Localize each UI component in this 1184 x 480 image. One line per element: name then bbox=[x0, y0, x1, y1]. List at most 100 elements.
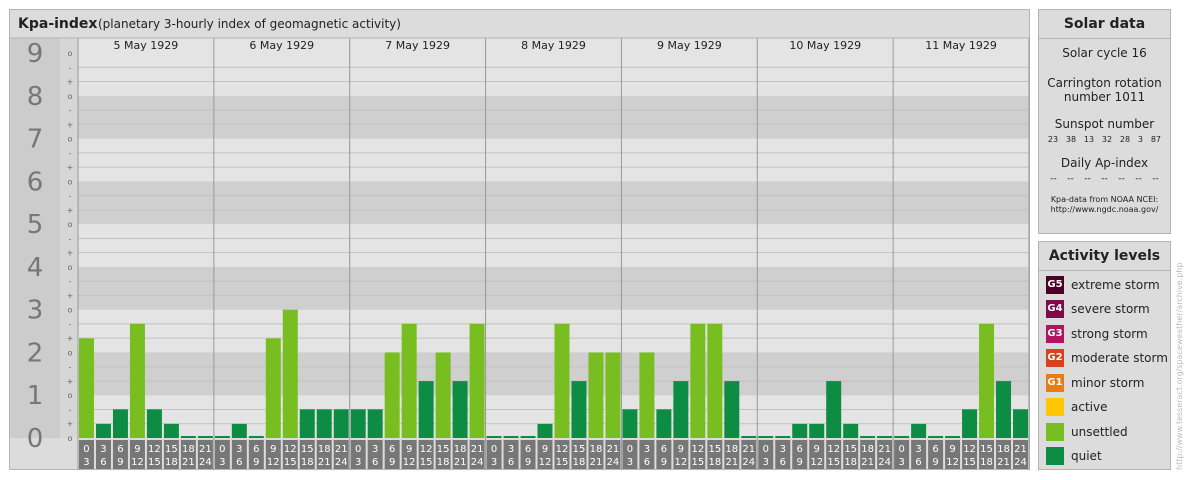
interval-end: 3 bbox=[219, 457, 225, 468]
ap-value: -- bbox=[1050, 174, 1057, 184]
activity-panel-title: Activity levels bbox=[1039, 242, 1170, 271]
kp-band bbox=[78, 309, 1029, 353]
minor-tick-label: + bbox=[67, 249, 74, 258]
activity-levels-panel: Activity levels G5 extreme storm G4 seve… bbox=[1038, 241, 1171, 470]
kp-bar bbox=[758, 436, 774, 438]
interval-end: 15 bbox=[556, 457, 569, 468]
sunspot-value: 32 bbox=[1101, 135, 1113, 144]
kp-bar bbox=[1013, 409, 1028, 438]
interval-start: 18 bbox=[861, 444, 874, 455]
interval-start: 6 bbox=[525, 444, 531, 455]
sunspot-value: 28 bbox=[1119, 135, 1131, 144]
kp-bar bbox=[877, 436, 893, 438]
interval-end: 12 bbox=[539, 457, 552, 468]
interval-start: 21 bbox=[742, 444, 755, 455]
interval-end: 12 bbox=[131, 457, 144, 468]
interval-start: 18 bbox=[590, 444, 603, 455]
interval-end: 15 bbox=[691, 457, 704, 468]
kp-bar bbox=[112, 409, 128, 438]
level-g4: G4 severe storm bbox=[1046, 300, 1150, 319]
kp-bar bbox=[384, 352, 400, 438]
kp-band bbox=[78, 266, 1029, 310]
kp-bar bbox=[588, 352, 604, 438]
interval-start: 18 bbox=[182, 444, 195, 455]
minor-tick-label: + bbox=[67, 291, 74, 300]
minor-tick-label: + bbox=[67, 206, 74, 215]
level-label: strong storm bbox=[1071, 326, 1148, 341]
kp-band bbox=[78, 352, 1029, 396]
minor-tick-label: - bbox=[69, 63, 72, 72]
interval-end: 3 bbox=[355, 457, 361, 468]
solar-panel-title: Solar data bbox=[1039, 10, 1170, 39]
interval-end: 21 bbox=[182, 457, 195, 468]
interval-start: 21 bbox=[199, 444, 212, 455]
minor-tick-label: o bbox=[68, 49, 73, 58]
level-g5: G5 extreme storm bbox=[1046, 275, 1160, 294]
y-tick-label: 2 bbox=[27, 338, 44, 368]
day-label: 6 May 1929 bbox=[249, 39, 314, 52]
kpa-plot: 0123456789o+-o+-o+-o+-o+-o+-o+-o+-o+-o5 … bbox=[10, 37, 1030, 470]
sunspot-value: 23 bbox=[1047, 135, 1059, 144]
level-label: moderate storm bbox=[1071, 351, 1168, 365]
y-tick-label: 1 bbox=[27, 381, 44, 411]
interval-start: 3 bbox=[780, 444, 786, 455]
interval-start: 12 bbox=[556, 444, 569, 455]
minor-tick-label: - bbox=[69, 234, 72, 243]
interval-end: 21 bbox=[590, 457, 603, 468]
kp-band bbox=[78, 224, 1029, 267]
interval-start: 15 bbox=[844, 444, 857, 455]
interval-end: 21 bbox=[997, 457, 1010, 468]
interval-end: 3 bbox=[491, 457, 497, 468]
kp-bar bbox=[146, 409, 162, 438]
interval-end: 15 bbox=[284, 457, 297, 468]
interval-end: 24 bbox=[607, 457, 620, 468]
watermark: http://www.tesseract.org/spaceweather/ar… bbox=[1175, 263, 1184, 470]
level-quiet: quiet bbox=[1046, 447, 1102, 466]
interval-start: 15 bbox=[573, 444, 586, 455]
kp-bar bbox=[452, 381, 468, 438]
kp-bar bbox=[775, 436, 791, 438]
sunspot-title: Sunspot number bbox=[1054, 117, 1155, 131]
kp-bar bbox=[843, 423, 859, 438]
kp-bar bbox=[724, 381, 740, 438]
level-label: severe storm bbox=[1071, 302, 1150, 316]
kp-bar bbox=[469, 323, 485, 438]
level-swatch: G2 bbox=[1046, 349, 1064, 367]
y-tick-label: 6 bbox=[27, 167, 44, 197]
interval-start: 3 bbox=[100, 444, 106, 455]
kp-bar bbox=[537, 423, 553, 438]
interval-start: 21 bbox=[878, 444, 891, 455]
interval-end: 18 bbox=[980, 457, 993, 468]
minor-tick-label: - bbox=[69, 106, 72, 115]
minor-tick-label: - bbox=[69, 277, 72, 286]
kp-bar bbox=[962, 409, 978, 438]
level-swatch: G4 bbox=[1046, 300, 1064, 318]
interval-end: 21 bbox=[861, 457, 874, 468]
data-credit-link[interactable]: http://www.ngdc.noaa.gov/ bbox=[1039, 205, 1170, 215]
interval-start: 0 bbox=[763, 444, 769, 455]
interval-end: 18 bbox=[573, 457, 586, 468]
kp-bar bbox=[248, 436, 264, 438]
ap-value: -- bbox=[1118, 174, 1125, 184]
watermark-text: http://www.tesseract.org/spaceweather/ar… bbox=[1175, 263, 1184, 470]
interval-start: 12 bbox=[827, 444, 840, 455]
minor-tick-label: o bbox=[68, 348, 73, 357]
kp-bar bbox=[95, 423, 111, 438]
kp-bar bbox=[622, 409, 638, 438]
interval-end: 9 bbox=[117, 457, 123, 468]
minor-tick-label: o bbox=[68, 391, 73, 400]
level-swatch: G5 bbox=[1046, 275, 1064, 294]
level-swatch bbox=[1046, 447, 1064, 465]
minor-tick-label: o bbox=[68, 434, 73, 443]
interval-end: 12 bbox=[810, 457, 823, 468]
kp-bar bbox=[435, 352, 451, 438]
interval-start: 9 bbox=[134, 444, 140, 455]
ap-index-values: -- -- -- -- -- -- -- bbox=[1039, 170, 1170, 184]
minor-tick-label: - bbox=[69, 405, 72, 414]
interval-start: 21 bbox=[607, 444, 620, 455]
interval-start: 0 bbox=[83, 444, 89, 455]
minor-tick-label: + bbox=[67, 334, 74, 343]
level-label: unsettled bbox=[1071, 424, 1128, 439]
interval-start: 6 bbox=[797, 444, 803, 455]
interval-end: 15 bbox=[963, 457, 976, 468]
